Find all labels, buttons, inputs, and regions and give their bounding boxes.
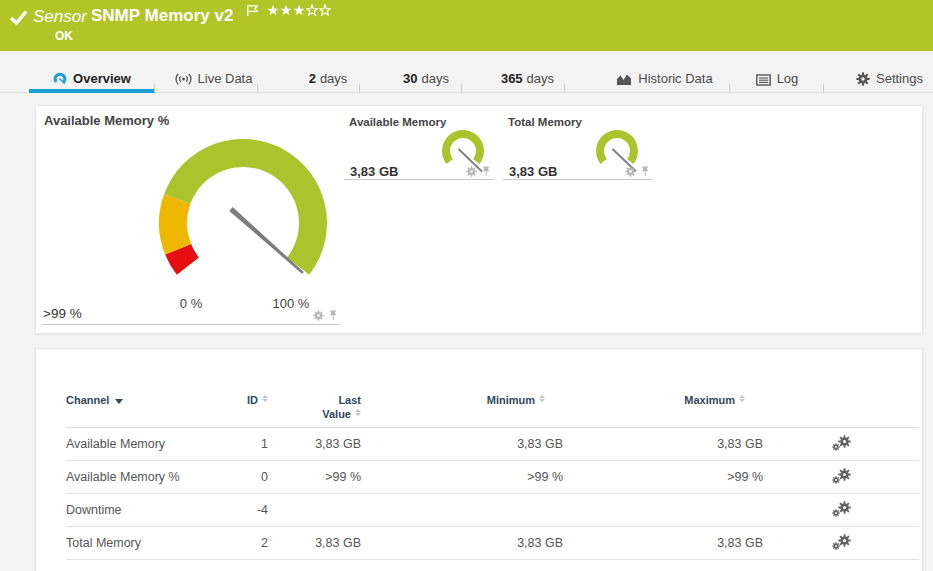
broadcast-icon xyxy=(175,72,192,86)
column-header-actions xyxy=(763,349,919,428)
star-outline-icon xyxy=(319,4,331,16)
chevron-down-icon xyxy=(115,399,123,404)
channels-panel: Channel ID Last Value Minimum Maximum xyxy=(35,348,923,571)
channel-name[interactable]: Downtime xyxy=(66,494,206,527)
tab-label: Overview xyxy=(73,71,131,86)
channels-table: Channel ID Last Value Minimum Maximum xyxy=(66,349,919,560)
gauge-total-memory: Total Memory 3,83 GB xyxy=(503,106,653,180)
gauge-available-memory-pct: Available Memory % 0 % 100 % >99 % xyxy=(42,106,340,325)
priority-stars[interactable] xyxy=(267,4,331,16)
tab-bar: Overview Live Data 2 days 30 days 365 da… xyxy=(0,51,933,93)
gauge-settings-gear-icon[interactable] xyxy=(466,166,477,177)
channel-maximum: 3,83 GB xyxy=(563,527,763,560)
channel-id: 1 xyxy=(206,428,268,461)
object-kind-label: Sensor xyxy=(33,7,87,27)
column-header-channel[interactable]: Channel xyxy=(66,349,206,428)
table-row: Available Memory 1 3,83 GB 3,83 GB 3,83 … xyxy=(66,428,919,461)
table-row: Total Memory 2 3,83 GB 3,83 GB 3,83 GB xyxy=(66,527,919,560)
pin-icon[interactable] xyxy=(640,166,650,177)
channel-minimum: 3,83 GB xyxy=(361,428,563,461)
pin-icon[interactable] xyxy=(481,166,491,177)
gauge-dial xyxy=(153,137,333,287)
channel-maximum: >99 % xyxy=(563,461,763,494)
star-filled-icon xyxy=(280,4,292,16)
tab-30-days[interactable]: 30 days xyxy=(360,51,462,92)
tab-365-days[interactable]: 365 days xyxy=(462,51,565,92)
gauge-icon xyxy=(53,71,67,86)
tab-label: days xyxy=(527,71,554,86)
channel-last-value: 3,83 GB xyxy=(268,428,361,461)
table-row: Available Memory % 0 >99 % >99 % >99 % xyxy=(66,461,919,494)
channel-settings-gears-icon[interactable] xyxy=(832,501,851,517)
gauge-max-label: 100 % xyxy=(266,296,316,311)
channel-settings-gears-icon[interactable] xyxy=(832,468,851,484)
channel-settings-gears-icon[interactable] xyxy=(832,435,851,451)
sort-icon xyxy=(539,395,545,403)
sensor-status-badge: OK xyxy=(55,29,73,43)
gauge-title: Total Memory xyxy=(508,116,582,128)
tab-label: Live Data xyxy=(198,71,253,86)
status-check-icon xyxy=(8,8,29,27)
channel-maximum xyxy=(563,494,763,527)
gauge-value: 3,83 GB xyxy=(509,164,557,179)
gauge-settings-gear-icon[interactable] xyxy=(313,310,324,321)
flag-icon[interactable] xyxy=(246,4,259,17)
sort-icon xyxy=(262,395,268,403)
tab-log[interactable]: Log xyxy=(730,51,824,92)
channel-id: 0 xyxy=(206,461,268,494)
channel-maximum: 3,83 GB xyxy=(563,428,763,461)
channel-name[interactable]: Total Memory xyxy=(66,527,206,560)
column-header-maximum[interactable]: Maximum xyxy=(563,349,763,428)
channel-last-value: 3,83 GB xyxy=(268,527,361,560)
column-header-minimum[interactable]: Minimum xyxy=(361,349,563,428)
area-chart-icon xyxy=(616,73,632,86)
tab-overview[interactable]: Overview xyxy=(29,51,155,92)
gauge-available-memory: Available Memory 3,83 GB xyxy=(344,106,494,180)
star-outline-icon xyxy=(306,4,318,16)
channel-minimum: >99 % xyxy=(361,461,563,494)
pin-icon[interactable] xyxy=(328,310,338,321)
tab-label: Settings xyxy=(876,71,923,86)
channel-minimum xyxy=(361,494,563,527)
sort-icon xyxy=(739,395,745,403)
tab-2-days[interactable]: 2 days xyxy=(258,51,360,92)
channel-last-value xyxy=(268,494,361,527)
star-filled-icon xyxy=(293,4,305,16)
gauge-min-label: 0 % xyxy=(166,296,216,311)
star-filled-icon xyxy=(267,4,279,16)
tab-number: 30 xyxy=(403,71,417,86)
column-header-id[interactable]: ID xyxy=(206,349,268,428)
channel-id: -4 xyxy=(206,494,268,527)
gauge-title: Available Memory % xyxy=(44,113,169,128)
tab-historic-data[interactable]: Historic Data xyxy=(565,51,730,92)
table-row: Downtime -4 xyxy=(66,494,919,527)
log-list-icon xyxy=(756,74,771,86)
column-header-last-value[interactable]: Last Value xyxy=(268,349,361,428)
channel-minimum: 3,83 GB xyxy=(361,527,563,560)
sensor-header: Sensor SNMP Memory v2 OK xyxy=(0,0,933,51)
channel-name[interactable]: Available Memory % xyxy=(66,461,206,494)
tab-label: days xyxy=(320,71,347,86)
channel-id: 2 xyxy=(206,527,268,560)
tab-label: Historic Data xyxy=(638,71,712,86)
gauges-panel: Available Memory % 0 % 100 % >99 % Avail… xyxy=(35,105,923,334)
gear-icon xyxy=(856,72,870,86)
gauge-settings-gear-icon[interactable] xyxy=(625,166,636,177)
channel-name[interactable]: Available Memory xyxy=(66,428,206,461)
tab-label: Log xyxy=(777,71,799,86)
gauge-value: >99 % xyxy=(43,306,82,321)
gauge-value: 3,83 GB xyxy=(350,164,398,179)
tab-label: days xyxy=(422,71,449,86)
sort-icon xyxy=(355,409,361,417)
tab-live-data[interactable]: Live Data xyxy=(155,51,258,92)
channel-last-value: >99 % xyxy=(268,461,361,494)
gauge-title: Available Memory xyxy=(349,116,446,128)
channel-settings-gears-icon[interactable] xyxy=(832,534,851,550)
tab-number: 2 xyxy=(309,71,316,86)
tab-number: 365 xyxy=(501,71,523,86)
tab-settings[interactable]: Settings xyxy=(824,51,933,92)
sensor-title: SNMP Memory v2 xyxy=(91,6,233,26)
